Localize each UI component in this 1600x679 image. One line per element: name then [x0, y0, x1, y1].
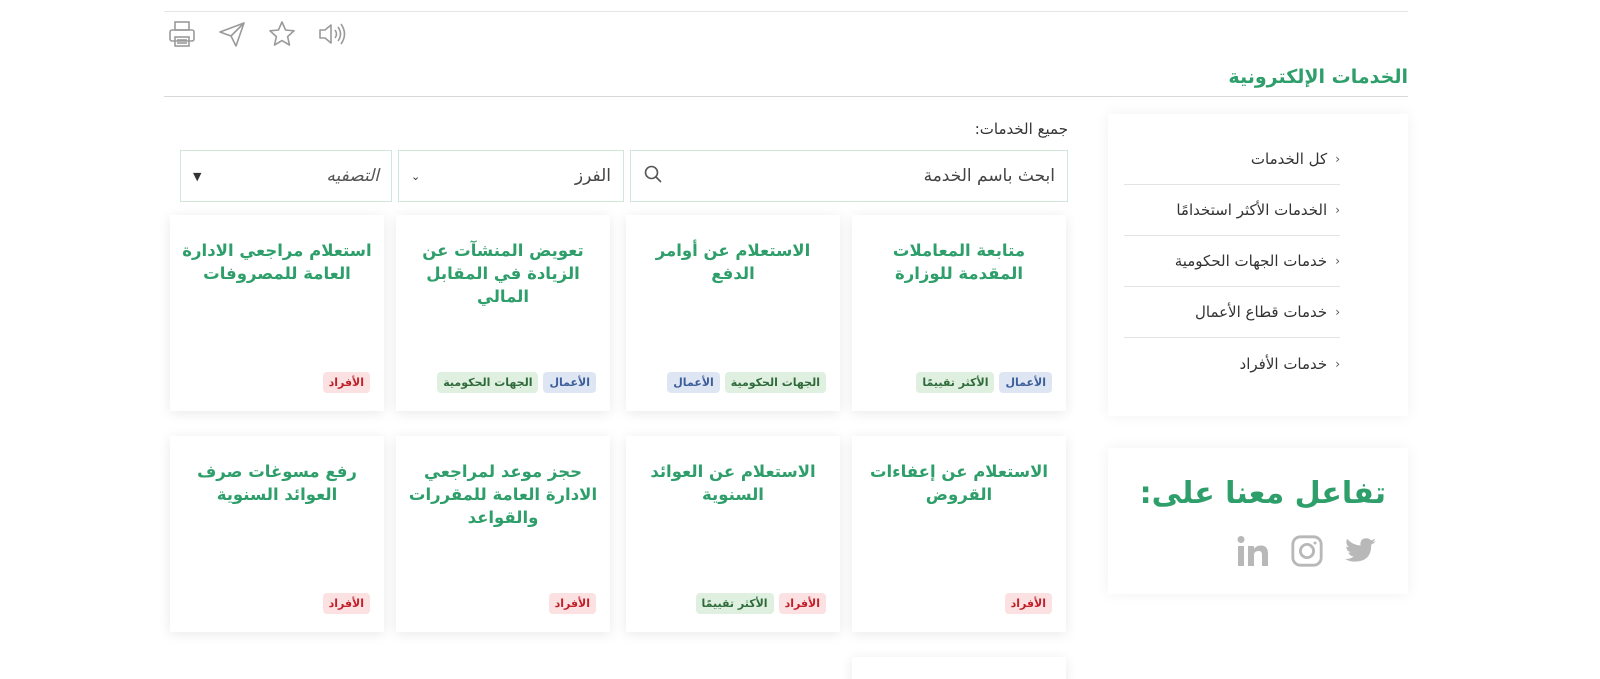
social-title: تفاعل معنا على: [1139, 476, 1386, 511]
instagram-icon[interactable] [1288, 532, 1326, 570]
category-badge: الأعمال [999, 372, 1052, 393]
sidebar-item-label: كل الخدمات [1250, 150, 1328, 168]
service-card-tags: الأعمال الأكثر تقييمًا [916, 372, 1052, 393]
service-card[interactable] [852, 657, 1066, 679]
chevron-down-icon: ⌄ [411, 169, 421, 183]
sidebar-item-all-services[interactable]: ‹ كل الخدمات [1124, 134, 1340, 185]
search-input[interactable]: ابحث باسم الخدمة [630, 150, 1068, 202]
filter-dropdown[interactable]: ▼ التصفيه [180, 150, 392, 202]
filter-bar: ▼ التصفيه ⌄ الفرز ابحث باسم الخدمة [180, 150, 1068, 202]
chevron-left-icon: ‹ [1335, 305, 1340, 319]
send-icon[interactable] [214, 16, 250, 52]
category-badge: الأفراد [322, 593, 370, 614]
service-card-tags: الأفراد [548, 593, 596, 614]
chevron-left-icon: ‹ [1335, 152, 1340, 166]
speaker-icon[interactable] [314, 16, 350, 52]
service-card[interactable]: متابعة المعاملات المقدمة للوزارة الأعمال ا… [852, 215, 1066, 411]
service-card-tags: الأفراد الأكثر تقييمًا [695, 593, 826, 614]
twitter-icon[interactable] [1342, 532, 1380, 570]
social-panel: تفاعل معنا على: [1108, 448, 1408, 594]
service-card-title: متابعة المعاملات المقدمة للوزارة [892, 241, 1026, 283]
sidebar-item-most-used[interactable]: ‹ الخدمات الأكثر استخدامًا [1124, 185, 1340, 236]
service-card[interactable]: الاستعلام عن العوائد السنوية الأفراد الأكث… [626, 436, 840, 632]
section-divider [164, 96, 1408, 97]
service-card[interactable]: الاستعلام عن أوامر الدفع الجهات الحكومية ا… [626, 215, 840, 411]
service-card[interactable]: تعويض المنشآت عن الزيادة في المقابل الما… [396, 215, 610, 411]
category-badge: الأفراد [778, 593, 826, 614]
service-card-title: رفع مسوغات صرف العوائد السنوية [197, 462, 357, 504]
service-card-tags: الأفراد [322, 593, 370, 614]
search-icon [643, 164, 663, 189]
print-icon[interactable] [164, 16, 200, 52]
linkedin-icon[interactable] [1234, 532, 1272, 570]
sidebar-item-label: خدمات الأفراد [1239, 354, 1328, 373]
all-services-label: جميع الخدمات: [974, 120, 1068, 138]
section-title: الخدمات الإلكترونية [1228, 66, 1408, 88]
chevron-left-icon: ‹ [1335, 356, 1340, 371]
category-badge: الأكثر تقييمًا [916, 372, 995, 393]
filter-value: التصفيه [326, 166, 379, 186]
category-badge: الجهات الحكومية [724, 372, 826, 393]
category-sidebar: ‹ كل الخدمات ‹ الخدمات الأكثر استخدامًا … [1108, 114, 1408, 416]
service-card-tags: الجهات الحكومية الأعمال [667, 372, 826, 393]
service-card-tags: الأفراد [322, 372, 370, 393]
sidebar-item-label: الخدمات الأكثر استخدامًا [1176, 201, 1328, 219]
service-card-title: الاستعلام عن أوامر الدفع [655, 241, 811, 283]
top-divider [164, 11, 1408, 12]
page-toolbar [164, 16, 350, 52]
service-card-tags: الأفراد [1004, 593, 1052, 614]
service-card[interactable]: رفع مسوغات صرف العوائد السنوية الأفراد [170, 436, 384, 632]
sidebar-item-individuals[interactable]: ‹ خدمات الأفراد [1124, 338, 1340, 389]
service-card-title: حجز موعد لمراجعي الادارة العامة للمقررات… [408, 462, 598, 527]
service-card[interactable]: استعلام مراجعي الادارة العامة للمصروفات ا… [170, 215, 384, 411]
sidebar-item-label: خدمات الجهات الحكومية [1174, 252, 1328, 270]
sidebar-item-label: خدمات قطاع الأعمال [1194, 303, 1328, 321]
category-badge: الأعمال [543, 372, 596, 393]
star-icon[interactable] [264, 16, 300, 52]
category-badge: الأفراد [1004, 593, 1052, 614]
service-card[interactable]: الاستعلام عن إعفاءات القروض الأفراد [852, 436, 1066, 632]
category-badge: الأعمال [667, 372, 720, 393]
search-placeholder: ابحث باسم الخدمة [923, 166, 1055, 186]
category-badge: الأفراد [548, 593, 596, 614]
service-card[interactable]: حجز موعد لمراجعي الادارة العامة للمقررات… [396, 436, 610, 632]
service-card-title: الاستعلام عن إعفاءات القروض [869, 462, 1049, 504]
category-badge: الجهات الحكومية [437, 372, 539, 393]
caret-down-icon: ▼ [193, 169, 202, 183]
category-badge: الأكثر تقييمًا [695, 593, 774, 614]
sidebar-item-business[interactable]: ‹ خدمات قطاع الأعمال [1124, 287, 1340, 338]
service-card-tags: الأعمال الجهات الحكومية [437, 372, 596, 393]
category-badge: الأفراد [322, 372, 370, 393]
chevron-left-icon: ‹ [1335, 254, 1340, 268]
service-card-title: استعلام مراجعي الادارة العامة للمصروفات [182, 241, 372, 283]
service-card-title: الاستعلام عن العوائد السنوية [650, 462, 816, 504]
sort-dropdown[interactable]: ⌄ الفرز [398, 150, 624, 202]
service-card-title: تعويض المنشآت عن الزيادة في المقابل الما… [422, 241, 584, 306]
chevron-left-icon: ‹ [1335, 203, 1340, 217]
sort-value: الفرز [574, 166, 611, 186]
social-icons [1234, 532, 1380, 570]
sidebar-item-government[interactable]: ‹ خدمات الجهات الحكومية [1124, 236, 1340, 287]
